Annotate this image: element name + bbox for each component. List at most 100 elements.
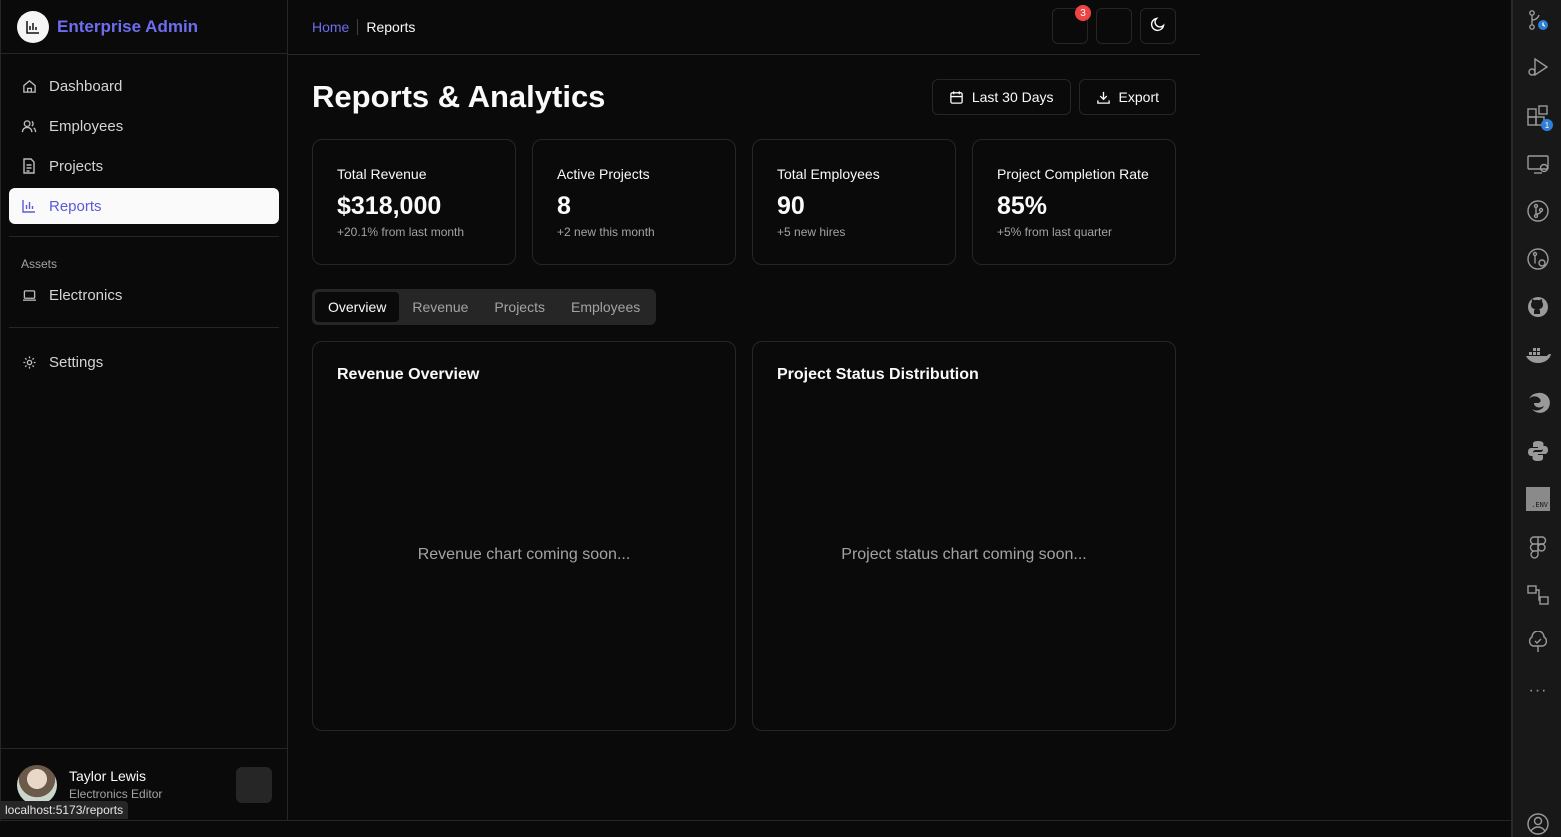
stat-change: +5 new hires xyxy=(777,225,846,239)
stat-label: Total Employees xyxy=(777,166,880,182)
docker-icon[interactable] xyxy=(1525,342,1551,368)
tree-check-icon[interactable] xyxy=(1525,630,1551,656)
sidebar-item-label: Projects xyxy=(49,157,104,175)
env-label: .ENV xyxy=(1526,487,1550,511)
sidebar-nav: Dashboard Employees Projects Reports xyxy=(1,54,287,224)
report-tabs: Overview Revenue Projects Employees xyxy=(312,289,657,325)
panel-title: Project Status Distribution xyxy=(777,366,979,383)
user-name: Taylor Lewis xyxy=(69,768,147,784)
notifications-button[interactable]: 3 xyxy=(1052,5,1091,44)
activity-bar: 1 .ENV ··· xyxy=(1511,0,1561,837)
theme-toggle-button[interactable] xyxy=(1140,8,1176,44)
home-icon xyxy=(21,78,37,94)
stat-label: Active Projects xyxy=(557,166,650,182)
project-status-panel: Project Status Distribution Project stat… xyxy=(752,341,1176,731)
user-menu-button[interactable] xyxy=(236,767,272,803)
assets-group-label: Assets xyxy=(21,257,58,271)
user-role: Electronics Editor xyxy=(69,787,163,801)
stat-card-total-employees: Total Employees 90 +5 new hires xyxy=(752,139,956,265)
extensions-badge: 1 xyxy=(1541,119,1553,131)
stat-label: Total Revenue xyxy=(337,166,427,182)
panel-title: Revenue Overview xyxy=(337,366,480,383)
sidebar-item-label: Dashboard xyxy=(49,77,123,95)
stat-value: 85% xyxy=(997,192,1048,220)
settings-nav: Settings xyxy=(1,340,287,380)
figma-icon[interactable] xyxy=(1525,534,1551,560)
users-icon xyxy=(21,118,37,134)
export-button[interactable]: Export xyxy=(1078,79,1176,115)
sidebar-item-dashboard[interactable]: Dashboard xyxy=(9,68,279,104)
sidebar-item-electronics[interactable]: Electronics xyxy=(9,277,279,313)
diagram-icon[interactable] xyxy=(1525,582,1551,608)
stat-value: 90 xyxy=(777,192,805,220)
sidebar-item-label: Settings xyxy=(49,353,104,371)
date-range-label: Last 30 Days xyxy=(971,89,1054,105)
source-control-history-icon[interactable] xyxy=(1525,7,1551,33)
git-lens-icon[interactable] xyxy=(1525,246,1551,272)
stats-row: Total Revenue $318,000 +20.1% from last … xyxy=(312,139,1176,265)
remote-explorer-icon[interactable] xyxy=(1525,151,1551,177)
tab-overview[interactable]: Overview xyxy=(315,292,400,322)
user-info: Taylor Lewis Electronics Editor xyxy=(69,768,162,801)
laptop-icon xyxy=(21,287,37,303)
chart-placeholder: Project status chart coming soon... xyxy=(841,546,1087,563)
stat-value: 8 xyxy=(557,192,571,220)
stat-change: +2 new this month xyxy=(557,225,655,239)
edge-browser-icon[interactable] xyxy=(1525,390,1551,416)
header-actions: 3 xyxy=(1052,5,1176,44)
avatar xyxy=(17,764,57,805)
status-bar-url: localhost:5173/reports xyxy=(0,801,129,819)
gear-icon xyxy=(21,354,37,370)
stat-card-total-revenue: Total Revenue $318,000 +20.1% from last … xyxy=(312,139,516,265)
assets-nav: Electronics xyxy=(1,277,287,313)
env-file-icon[interactable]: .ENV xyxy=(1525,486,1551,512)
divider xyxy=(9,327,279,328)
revenue-overview-panel: Revenue Overview Revenue chart coming so… xyxy=(312,341,736,731)
date-range-button[interactable]: Last 30 Days xyxy=(931,79,1071,115)
moon-icon xyxy=(1150,16,1166,37)
header-menu-button[interactable] xyxy=(1096,8,1132,44)
more-icon[interactable]: ··· xyxy=(1525,678,1551,704)
extensions-icon[interactable]: 1 xyxy=(1525,103,1553,131)
bar-chart-icon xyxy=(21,198,37,214)
stat-value: $318,000 xyxy=(337,192,442,220)
github-icon[interactable] xyxy=(1525,294,1551,320)
top-header: Home Reports 3 xyxy=(288,0,1200,55)
sidebar-item-label: Reports xyxy=(49,197,102,215)
logo-bar-chart-icon xyxy=(17,10,49,43)
sidebar-item-employees[interactable]: Employees xyxy=(9,108,279,144)
stat-change: +5% from last quarter xyxy=(997,225,1113,239)
chart-placeholder: Revenue chart coming soon... xyxy=(417,546,631,563)
chart-panels: Revenue Overview Revenue chart coming so… xyxy=(312,341,1176,731)
git-graph-icon[interactable] xyxy=(1525,198,1551,224)
page-actions: Last 30 Days Export xyxy=(931,79,1176,115)
stat-card-active-projects: Active Projects 8 +2 new this month xyxy=(532,139,736,265)
breadcrumb-current: Reports xyxy=(366,19,416,35)
tab-employees[interactable]: Employees xyxy=(558,292,653,322)
download-icon xyxy=(1096,90,1111,105)
sidebar-item-projects[interactable]: Projects xyxy=(9,148,279,184)
app-title: Enterprise Admin xyxy=(57,16,199,36)
sidebar-item-settings[interactable]: Settings xyxy=(9,344,279,380)
stat-change: +20.1% from last month xyxy=(337,225,465,239)
file-icon xyxy=(21,158,37,174)
tab-revenue[interactable]: Revenue xyxy=(399,292,481,322)
breadcrumb-home[interactable]: Home xyxy=(312,19,349,35)
account-icon[interactable] xyxy=(1525,811,1551,837)
brand[interactable]: Enterprise Admin xyxy=(1,0,287,54)
export-label: Export xyxy=(1118,89,1159,105)
stat-card-completion-rate: Project Completion Rate 85% +5% from las… xyxy=(972,139,1176,265)
sidebar: Enterprise Admin Dashboard Employees Pro… xyxy=(0,0,288,820)
breadcrumb-separator xyxy=(357,19,359,35)
python-icon[interactable] xyxy=(1525,438,1551,464)
sidebar-item-label: Electronics xyxy=(49,286,123,304)
calendar-icon xyxy=(949,90,964,105)
page-title: Reports & Analytics xyxy=(312,79,606,114)
run-debug-icon[interactable] xyxy=(1525,54,1551,80)
notifications-badge: 3 xyxy=(1075,5,1091,21)
sidebar-item-reports[interactable]: Reports xyxy=(9,188,279,224)
window-bottom-edge xyxy=(0,820,1511,837)
divider xyxy=(9,236,279,237)
tab-projects[interactable]: Projects xyxy=(481,292,558,322)
sidebar-item-label: Employees xyxy=(49,117,124,135)
